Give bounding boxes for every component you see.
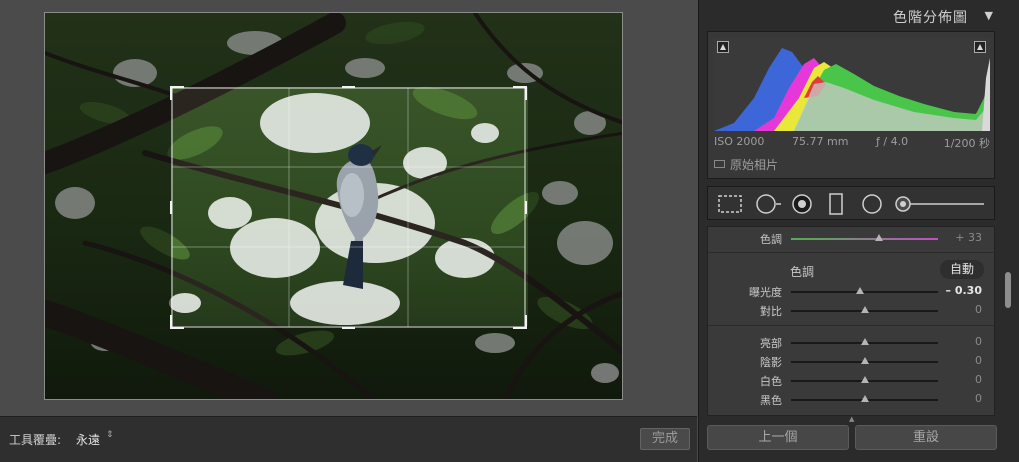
spot-removal-icon[interactable] — [755, 193, 783, 215]
exposure-row: 曝光度 – 0.30 — [708, 282, 996, 301]
exif-focal-length: 75.77 mm — [792, 135, 849, 148]
crop-frame[interactable] — [169, 85, 528, 330]
highlights-value[interactable]: 0 — [975, 335, 982, 348]
blacks-row: 黑色 0 — [708, 390, 996, 409]
tool-overlay-label: 工具覆疊: — [9, 433, 62, 447]
tool-strip — [707, 186, 995, 220]
reset-button[interactable]: 重設 — [855, 425, 997, 450]
contrast-row: 對比 0 — [708, 301, 996, 320]
triangle-down-icon[interactable]: ▼ — [985, 9, 993, 22]
exposure-value[interactable]: – 0.30 — [946, 284, 982, 297]
highlights-thumb[interactable] — [860, 338, 869, 345]
red-eye-icon[interactable] — [791, 193, 813, 215]
section-divider — [708, 325, 996, 326]
contrast-value[interactable]: 0 — [975, 303, 982, 316]
exposure-slider[interactable] — [791, 291, 938, 293]
highlights-label: 亮部 — [760, 337, 782, 350]
adjustment-brush-icon[interactable] — [894, 195, 986, 213]
radial-filter-icon[interactable] — [861, 193, 883, 215]
tint-slider[interactable] — [791, 238, 938, 240]
panel-end-marker-icon: ▲ — [849, 415, 855, 423]
exif-shutter: 1/200 秒 — [943, 137, 990, 150]
panel-scrollbar[interactable] — [1003, 228, 1013, 414]
bottom-toolbar: 工具覆疊: 永遠 ⇕ 完成 — [0, 416, 697, 462]
contrast-thumb[interactable] — [860, 306, 869, 313]
scrollbar-thumb[interactable] — [1005, 272, 1011, 308]
shadows-row: 陰影 0 — [708, 352, 996, 371]
select-arrows-icon[interactable]: ⇕ — [106, 430, 114, 440]
highlights-row: 亮部 0 — [708, 333, 996, 352]
basic-adjust-panel: 色調 + 33 色調 自動 曝光度 – 0.30 對比 0 亮部 0 陰影 0 … — [707, 226, 996, 416]
shadows-label: 陰影 — [760, 356, 782, 369]
tint-value[interactable]: + 33 — [955, 231, 982, 244]
exif-iso: ISO 2000 — [714, 135, 765, 148]
whites-label: 白色 — [760, 375, 782, 388]
tint-label: 色調 — [760, 233, 782, 246]
tone-section-title: 色調 — [790, 265, 815, 279]
original-photo-label: 原始相片 — [730, 158, 779, 172]
whites-value[interactable]: 0 — [975, 373, 982, 386]
photo-canvas — [0, 0, 697, 416]
contrast-label: 對比 — [760, 305, 782, 318]
tint-row: 色調 + 33 — [708, 229, 996, 248]
shadows-value[interactable]: 0 — [975, 354, 982, 367]
done-button[interactable]: 完成 — [640, 428, 690, 450]
whites-row: 白色 0 — [708, 371, 996, 390]
graduated-filter-icon[interactable] — [829, 193, 843, 215]
auto-tone-button[interactable]: 自動 — [940, 260, 984, 279]
crop-tool-icon[interactable] — [718, 195, 742, 213]
exif-aperture: ƒ / 4.0 — [876, 135, 909, 148]
tool-overlay-select[interactable]: 永遠 — [76, 431, 100, 448]
whites-thumb[interactable] — [860, 376, 869, 383]
histogram-panel-title[interactable]: 色階分佈圖 — [893, 7, 968, 27]
blacks-thumb[interactable] — [860, 395, 869, 402]
previous-button[interactable]: 上一個 — [707, 425, 849, 450]
develop-right-panel: 色階分佈圖 ▼ ISO 2000 75.77 mm ƒ / 4.0 1/200 … — [698, 0, 1019, 462]
shadow-clipping-icon[interactable] — [717, 41, 729, 53]
blacks-label: 黑色 — [760, 394, 782, 407]
highlight-clipping-icon[interactable] — [974, 41, 986, 53]
section-divider — [708, 252, 996, 253]
histogram-graph[interactable] — [714, 38, 990, 131]
exposure-thumb[interactable] — [856, 287, 865, 294]
tint-thumb[interactable] — [875, 234, 884, 241]
exposure-label: 曝光度 — [749, 286, 782, 299]
histogram-box: ISO 2000 75.77 mm ƒ / 4.0 1/200 秒 原始相片 — [707, 31, 995, 179]
original-photo-checkbox[interactable] — [714, 160, 725, 168]
shadows-thumb[interactable] — [860, 357, 869, 364]
blacks-value[interactable]: 0 — [975, 392, 982, 405]
